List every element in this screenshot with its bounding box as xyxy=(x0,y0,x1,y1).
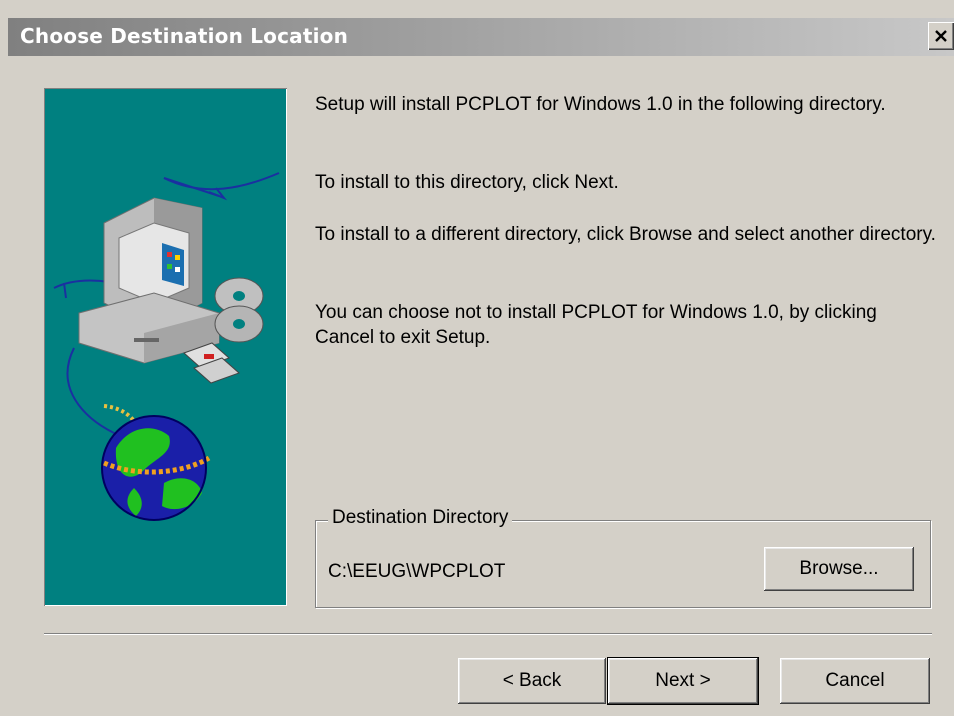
next-button[interactable]: Next > xyxy=(607,657,759,705)
back-button[interactable]: < Back xyxy=(458,658,606,704)
cancel-instruction-text: You can choose not to install PCPLOT for… xyxy=(315,302,877,348)
setup-dialog: Choose Destination Location Setup will i… xyxy=(0,0,954,716)
intro-text: Setup will install PCPLOT for Windows 1.… xyxy=(315,94,886,115)
close-button[interactable] xyxy=(928,22,954,50)
close-icon xyxy=(935,30,947,42)
destination-directory-group: Destination Directory C:\EEUG\WPCPLOT Br… xyxy=(315,507,931,608)
title-bar[interactable]: Choose Destination Location xyxy=(8,18,954,56)
destination-group-label: Destination Directory xyxy=(328,507,513,529)
browse-button[interactable]: Browse... xyxy=(764,547,914,591)
browse-instruction-text: To install to a different directory, cli… xyxy=(315,224,936,245)
next-instruction-text: To install to this directory, click Next… xyxy=(315,172,619,193)
window-title: Choose Destination Location xyxy=(20,24,349,48)
destination-path: C:\EEUG\WPCPLOT xyxy=(328,561,506,582)
dialog-separator xyxy=(44,633,932,635)
cancel-button[interactable]: Cancel xyxy=(780,658,930,704)
computer-cd-globe-illustration xyxy=(53,172,280,521)
setup-illustration-panel xyxy=(44,88,287,606)
